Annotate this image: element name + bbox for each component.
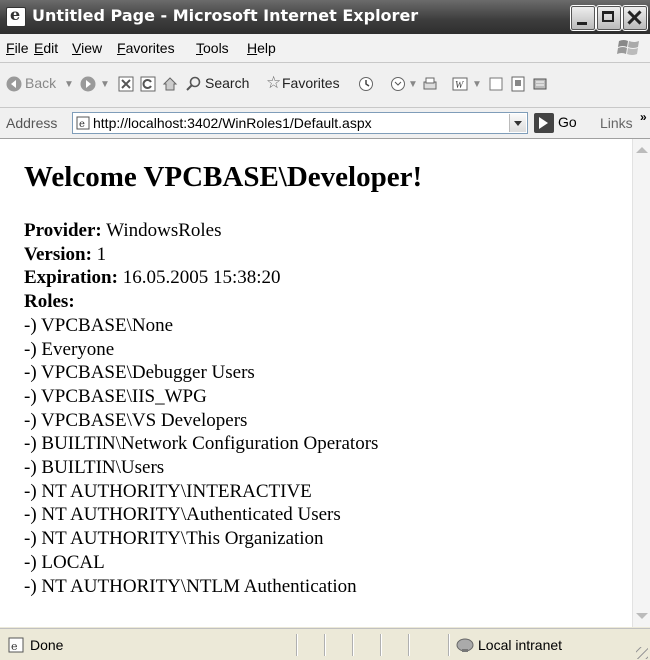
menu-file[interactable]: File	[6, 40, 29, 56]
role-item: -) VPCBASE\VS Developers	[24, 409, 248, 431]
discuss-icon[interactable]	[488, 76, 504, 92]
role-item: -) NT AUTHORITY\NTLM Authentication	[24, 575, 357, 597]
minimize-button[interactable]	[570, 5, 596, 31]
star-icon: ☆	[266, 73, 282, 92]
messenger-icon[interactable]	[532, 76, 548, 92]
menu-help[interactable]: Help	[247, 40, 276, 56]
home-icon[interactable]	[162, 76, 178, 92]
role-item: -) NT AUTHORITY\INTERACTIVE	[24, 480, 312, 502]
provider-value: WindowsRoles	[101, 220, 222, 241]
back-arrow-icon[interactable]	[6, 76, 22, 92]
role-item: -) BUILTIN\Network Configuration Operato…	[24, 433, 379, 455]
local-intranet-icon	[456, 638, 474, 652]
status-divider	[380, 634, 381, 656]
scroll-up-icon[interactable]	[636, 141, 648, 153]
history-icon[interactable]	[358, 76, 374, 92]
windows-logo-icon	[617, 40, 639, 55]
resize-grip-icon[interactable]	[636, 647, 648, 659]
role-item: -) BUILTIN\Users	[24, 457, 165, 479]
role-item: -) NT AUTHORITY\This Organization	[24, 528, 324, 550]
role-item: -) LOCAL	[24, 551, 105, 573]
status-text: Done	[30, 637, 64, 653]
role-item: -) VPCBASE\Debugger Users	[24, 362, 255, 384]
address-url[interactable]: http://localhost:3402/WinRoles1/Default.…	[93, 115, 372, 131]
role-item: -) Everyone	[24, 338, 115, 360]
svg-text:e: e	[79, 119, 85, 130]
roles-line: Roles:	[24, 290, 378, 314]
back-button[interactable]: Back	[25, 75, 56, 91]
page-heading: Welcome VPCBASE\Developer!	[24, 161, 423, 193]
version-label: Version:	[24, 243, 92, 265]
stop-icon[interactable]	[118, 76, 134, 92]
links-button[interactable]: Links	[600, 115, 633, 131]
menu-bar: File Edit View Favorites Tools Help	[0, 34, 650, 63]
mail-icon[interactable]	[390, 76, 406, 92]
role-item: -) VPCBASE\IIS_WPG	[24, 385, 207, 407]
provider-line: Provider: WindowsRoles	[24, 219, 378, 243]
security-zone: Local intranet	[478, 637, 563, 653]
menu-view[interactable]: View	[72, 40, 102, 56]
user-info: Provider: WindowsRoles Version: 1 Expira…	[24, 219, 378, 598]
go-arrow-icon	[534, 113, 554, 133]
status-divider	[324, 634, 325, 656]
roles-label: Roles:	[24, 291, 75, 313]
address-input[interactable]: e http://localhost:3402/WinRoles1/Defaul…	[72, 112, 528, 134]
page-icon: e	[76, 116, 90, 130]
menu-favorites[interactable]: Favorites	[117, 40, 175, 56]
search-button[interactable]: Search	[205, 75, 249, 91]
edit-dropdown-icon[interactable]: ▼	[472, 79, 482, 90]
page-done-icon: e	[8, 637, 24, 653]
version-value: 1	[91, 243, 107, 265]
version-line: Version: 1	[24, 243, 378, 267]
search-icon	[186, 76, 201, 91]
status-divider	[408, 634, 409, 656]
status-bar: e Done Local intranet	[0, 628, 650, 660]
ie-icon[interactable]	[6, 5, 26, 27]
expiration-value: 16.05.2005 15:38:20	[117, 267, 281, 289]
role-item: -) VPCBASE\None	[24, 314, 174, 336]
status-divider	[296, 634, 297, 656]
standard-toolbar: Back ▼ ▼ Search ☆ Favorites ▼ W ▼	[0, 63, 650, 108]
go-button[interactable]: Go	[534, 113, 592, 133]
refresh-icon[interactable]	[140, 76, 156, 92]
forward-dropdown-icon[interactable]: ▼	[100, 79, 110, 90]
window-title: Untitled Page - Microsoft Internet Explo…	[32, 6, 419, 25]
menu-edit[interactable]: Edit	[34, 40, 58, 56]
title-bar: Untitled Page - Microsoft Internet Explo…	[0, 0, 650, 34]
edit-icon[interactable]: W	[452, 76, 468, 92]
favorites-button[interactable]: Favorites	[282, 75, 340, 91]
role-item: -) NT AUTHORITY\Authenticated Users	[24, 504, 341, 526]
address-label: Address	[6, 115, 58, 131]
provider-label: Provider:	[24, 220, 102, 241]
address-dropdown-icon[interactable]	[509, 114, 526, 132]
expiration-line: Expiration: 16.05.2005 15:38:20	[24, 266, 378, 290]
status-divider	[352, 634, 353, 656]
svg-text:e: e	[11, 640, 18, 653]
print-icon[interactable]	[422, 76, 438, 92]
page-content: Welcome VPCBASE\Developer! Provider: Win…	[0, 139, 632, 627]
links-chevron-icon[interactable]: »	[640, 110, 647, 124]
go-label: Go	[558, 114, 577, 130]
vertical-scrollbar[interactable]	[632, 139, 650, 627]
back-dropdown-icon[interactable]: ▼	[64, 79, 74, 90]
mail-dropdown-icon[interactable]: ▼	[408, 79, 418, 90]
address-bar: Address e http://localhost:3402/WinRoles…	[0, 108, 650, 139]
research-icon[interactable]	[510, 76, 526, 92]
maximize-button[interactable]	[596, 5, 622, 31]
menu-tools[interactable]: Tools	[196, 40, 229, 56]
scroll-down-icon[interactable]	[636, 613, 648, 625]
close-button[interactable]	[622, 5, 648, 31]
expiration-label: Expiration:	[24, 267, 118, 289]
forward-arrow-icon[interactable]	[80, 76, 96, 92]
browser-window: Untitled Page - Microsoft Internet Explo…	[0, 0, 650, 660]
status-divider	[448, 634, 449, 656]
